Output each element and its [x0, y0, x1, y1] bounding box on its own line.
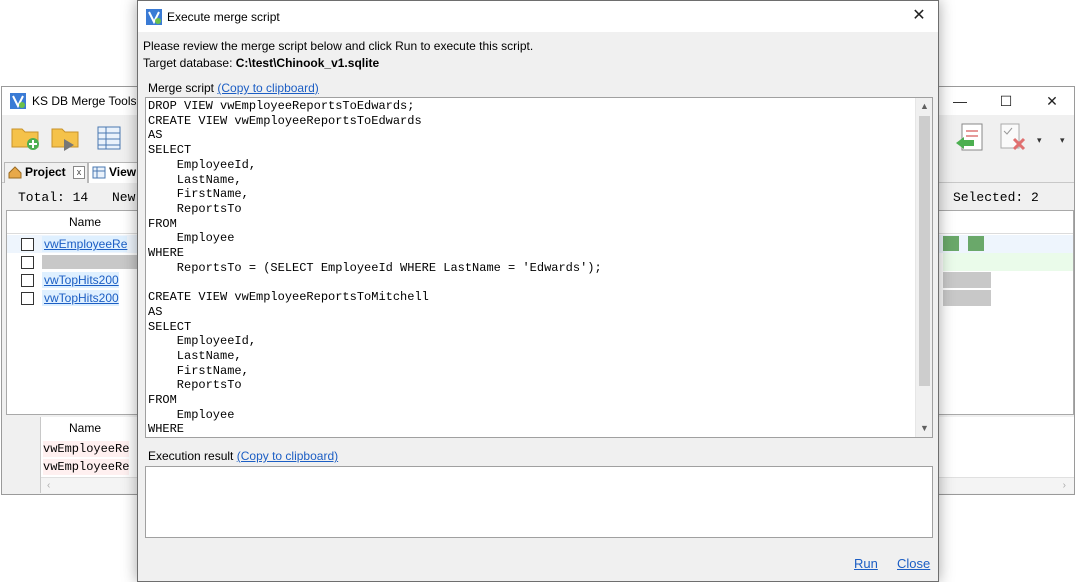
- merge-script-textarea[interactable]: DROP VIEW vwEmployeeReportsToEdwards; CR…: [145, 97, 933, 438]
- list-item[interactable]: vwEmployeeRe: [43, 459, 130, 475]
- scroll-up-icon[interactable]: ▲: [916, 98, 932, 115]
- merge-script-dialog: Execute merge script ✕ Please review the…: [137, 0, 939, 582]
- column-name-header[interactable]: Name: [69, 215, 101, 229]
- copy-script-link[interactable]: (Copy to clipboard): [217, 81, 318, 95]
- run-button[interactable]: Run: [854, 556, 878, 571]
- row-name-link[interactable]: vwEmployeeRe: [42, 236, 128, 252]
- scroll-down-icon[interactable]: ▼: [916, 420, 932, 437]
- grid-diff-icon: [968, 236, 984, 251]
- tab-project-label: Project: [25, 165, 66, 179]
- instruction-text: Please review the merge script below and…: [143, 39, 534, 53]
- row-name-link[interactable]: vwTopHits200: [42, 272, 119, 288]
- dialog-titlebar: Execute merge script ✕: [138, 1, 938, 32]
- view-icon: [92, 166, 106, 179]
- vertical-scrollbar[interactable]: ▲ ▼: [915, 98, 932, 437]
- minimize-button[interactable]: —: [945, 91, 975, 111]
- scroll-right-icon[interactable]: ›: [1063, 480, 1066, 491]
- execution-result-header: Execution result (Copy to clipboard): [148, 449, 338, 463]
- row-diff-cell: [943, 272, 991, 288]
- overflow-arrow-icon[interactable]: ▾: [1060, 135, 1065, 146]
- dialog-title: Execute merge script: [167, 10, 280, 24]
- close-button[interactable]: Close: [897, 556, 930, 571]
- selected-count: Selected: 2: [953, 190, 1039, 205]
- table-view-icon[interactable]: [94, 121, 126, 153]
- apply-merge-icon[interactable]: [954, 121, 986, 153]
- target-database-path: C:\test\Chinook_v1.sqlite: [235, 56, 380, 70]
- total-count: Total: 14: [18, 190, 89, 205]
- row-diff-cell: [943, 290, 991, 306]
- tab-project[interactable]: Project x: [4, 162, 88, 183]
- merge-script-header: Merge script (Copy to clipboard): [148, 81, 319, 95]
- home-icon: [8, 166, 22, 179]
- target-database-line: Target database: C:\test\Chinook_v1.sqli…: [143, 56, 379, 70]
- row-name-link[interactable]: vwTopHits200: [42, 290, 119, 306]
- app-title: KS DB Merge Tools f: [32, 94, 144, 108]
- scroll-left-icon[interactable]: ‹: [47, 480, 50, 491]
- dropdown-arrow-icon[interactable]: ▾: [1037, 135, 1042, 146]
- discard-changes-icon[interactable]: [998, 121, 1030, 153]
- execution-result-textarea[interactable]: [145, 466, 933, 538]
- new-count: New: [112, 190, 136, 205]
- tab-view[interactable]: View: [88, 162, 140, 183]
- tab-project-close[interactable]: x: [73, 166, 85, 179]
- row-checkbox[interactable]: [21, 274, 34, 287]
- column-name-header[interactable]: Name: [69, 421, 101, 435]
- merge-script-label: Merge script: [148, 81, 215, 95]
- scrollbar-thumb[interactable]: [919, 116, 930, 386]
- copy-result-link[interactable]: (Copy to clipboard): [237, 449, 338, 463]
- open-project-icon[interactable]: [50, 121, 82, 153]
- row-checkbox[interactable]: [21, 292, 34, 305]
- dialog-close-button[interactable]: ✕: [908, 6, 930, 26]
- tab-view-label: View: [109, 165, 137, 179]
- app-close-button[interactable]: ✕: [1037, 91, 1067, 111]
- dialog-app-icon: [146, 9, 162, 25]
- maximize-button[interactable]: ☐: [991, 91, 1021, 111]
- new-project-icon[interactable]: [10, 121, 42, 153]
- app-logo-icon: [10, 93, 26, 109]
- execution-result-label: Execution result: [148, 449, 234, 463]
- target-database-label: Target database:: [143, 56, 233, 70]
- list-item[interactable]: vwEmployeeRe: [43, 441, 130, 457]
- grid-diff-icon: [943, 236, 959, 251]
- row-checkbox[interactable]: [21, 238, 34, 251]
- merge-script-content[interactable]: DROP VIEW vwEmployeeReportsToEdwards; CR…: [148, 99, 602, 437]
- row-checkbox[interactable]: [21, 256, 34, 269]
- row-diff-cell: [943, 253, 1073, 271]
- row-name-empty: [42, 255, 138, 269]
